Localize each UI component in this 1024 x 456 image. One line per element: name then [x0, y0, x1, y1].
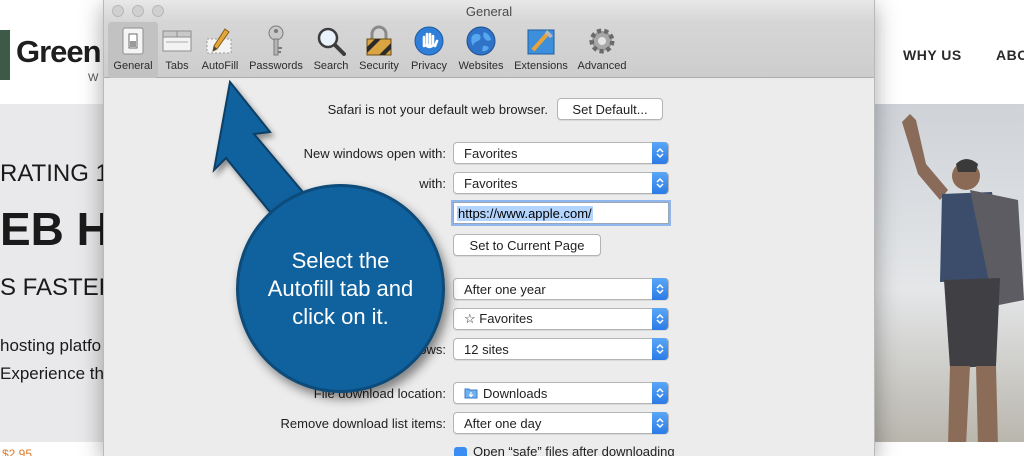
- annotation-arrow: [212, 79, 320, 236]
- instruction-callout: Select the Autofill tab and click on it.: [236, 184, 445, 393]
